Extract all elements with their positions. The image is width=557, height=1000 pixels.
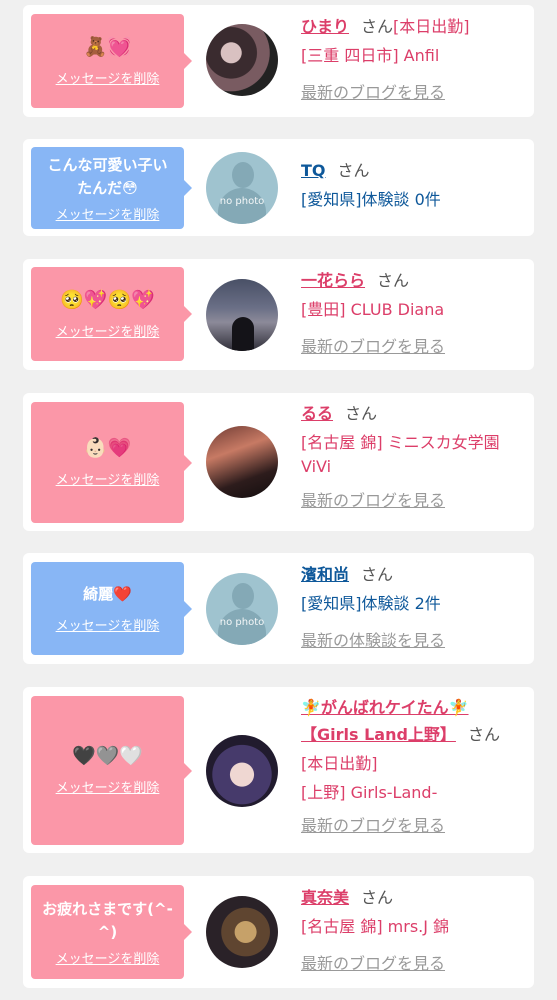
honorific: さん [377,271,410,290]
message-card: 🧸💓 メッセージを削除 ひまり さん[本日出勤] [三重 四日市] Anfil 最… [23,5,534,117]
message-bubble: 🥺💖🥺💖 メッセージを削除 [31,267,192,361]
attendance-status: [本日出勤] [301,754,378,773]
message-text: お疲れさまです(^- ^) [42,899,173,941]
attendance-status: [本日出勤] [393,17,470,36]
sender-name-link[interactable]: 🧚がんばれケイたん🧚 [301,698,469,717]
sender-name-link[interactable]: 真奈美 [301,888,349,907]
delete-message-link[interactable]: メッセージを削除 [56,321,160,340]
sender-name-link[interactable]: 一花らら [301,271,365,290]
message-card: お疲れさまです(^- ^) メッセージを削除 真奈美 さん [名古屋 錦] mrs… [23,876,534,988]
no-photo-avatar[interactable]: no photo [206,152,278,224]
message-text: 🖤🩶🤍 [72,745,143,767]
message-bubble: 👶🏻💗 メッセージを削除 [31,402,192,523]
message-bubble: 綺麗❤️ メッセージを削除 [31,562,192,655]
sender-info: 🧚がんばれケイたん🧚 【Girls Land上野】 さん [本日出勤] [上野] … [301,696,526,838]
message-text: こんな可愛い子い たんだ😳 [47,155,168,197]
shop-info: [豊田] CLUB Diana [301,300,445,319]
message-card: 綺麗❤️ メッセージを削除 no photo 濱和尚 さん [愛知県]体験談 2件… [23,553,534,664]
shop-info: [名古屋 錦] ミニスカ女学園 [301,433,500,452]
sender-name-link-shop[interactable]: 【Girls Land上野】 [301,725,456,744]
latest-blog-link[interactable]: 最新のブログを見る [301,489,526,513]
delete-message-link[interactable]: メッセージを削除 [56,204,160,223]
latest-blog-link[interactable]: 最新のブログを見る [301,952,526,976]
sender-info: TQ さん [愛知県]体験談 0件 [301,159,526,212]
latest-review-link[interactable]: 最新の体験談を見る [301,629,526,653]
sender-info: 濱和尚 さん [愛知県]体験談 2件 最新の体験談を見る [301,563,526,653]
latest-blog-link[interactable]: 最新のブログを見る [301,81,526,105]
no-photo-label: no photo [219,196,265,207]
avatar[interactable] [206,735,278,807]
honorific: さん [361,17,394,36]
shop-name: ViVi [301,457,332,476]
message-card: 👶🏻💗 メッセージを削除 るる さん [名古屋 錦] ミニスカ女学園 ViVi 最… [23,393,534,531]
sender-info: るる さん [名古屋 錦] ミニスカ女学園 ViVi 最新のブログを見る [301,402,526,513]
delete-message-link[interactable]: メッセージを削除 [56,777,160,796]
avatar[interactable] [206,896,278,968]
sender-info: 一花らら さん [豊田] CLUB Diana 最新のブログを見る [301,269,526,359]
honorific: さん [345,404,378,423]
sender-name-link[interactable]: るる [301,404,333,423]
sender-name-link[interactable]: 濱和尚 [301,565,349,584]
avatar[interactable] [206,426,278,498]
honorific: さん [361,888,394,907]
delete-message-link[interactable]: メッセージを削除 [56,615,160,634]
avatar[interactable] [206,279,278,351]
no-photo-label: no photo [219,617,265,628]
review-info: [愛知県]体験談 0件 [301,190,441,209]
message-card: 🖤🩶🤍 メッセージを削除 🧚がんばれケイたん🧚 【Girls Land上野】 さん… [23,687,534,853]
sender-info: 真奈美 さん [名古屋 錦] mrs.J 錦 最新のブログを見る [301,886,526,976]
shop-info: [上野] Girls-Land- [301,783,438,802]
sender-name-link[interactable]: ひまり [301,17,349,36]
honorific: さん [361,565,394,584]
latest-blog-link[interactable]: 最新のブログを見る [301,814,526,838]
no-photo-avatar[interactable]: no photo [206,573,278,645]
message-text: 綺麗❤️ [83,585,132,603]
message-bubble: 🧸💓 メッセージを削除 [31,14,192,108]
sender-info: ひまり さん[本日出勤] [三重 四日市] Anfil 最新のブログを見る [301,15,526,105]
message-text: 🧸💓 [83,35,132,58]
review-info: [愛知県]体験談 2件 [301,594,441,613]
message-bubble: お疲れさまです(^- ^) メッセージを削除 [31,885,192,979]
message-bubble: こんな可愛い子い たんだ😳 メッセージを削除 [31,147,192,229]
honorific: さん [467,725,500,744]
avatar[interactable] [206,24,278,96]
shop-info: [名古屋 錦] mrs.J 錦 [301,917,450,936]
shop-info: [三重 四日市] Anfil [301,46,440,65]
message-card: 🥺💖🥺💖 メッセージを削除 一花らら さん [豊田] CLUB Diana 最新の… [23,259,534,370]
message-text: 👶🏻💗 [83,437,132,459]
latest-blog-link[interactable]: 最新のブログを見る [301,335,526,359]
delete-message-link[interactable]: メッセージを削除 [56,68,160,87]
delete-message-link[interactable]: メッセージを削除 [56,469,160,488]
delete-message-link[interactable]: メッセージを削除 [56,948,160,967]
sender-name-link[interactable]: TQ [301,161,326,180]
message-card: こんな可愛い子い たんだ😳 メッセージを削除 no photo TQ さん [愛知… [23,139,534,236]
honorific: さん [337,161,370,180]
message-text: 🥺💖🥺💖 [60,288,155,311]
message-bubble: 🖤🩶🤍 メッセージを削除 [31,696,192,845]
